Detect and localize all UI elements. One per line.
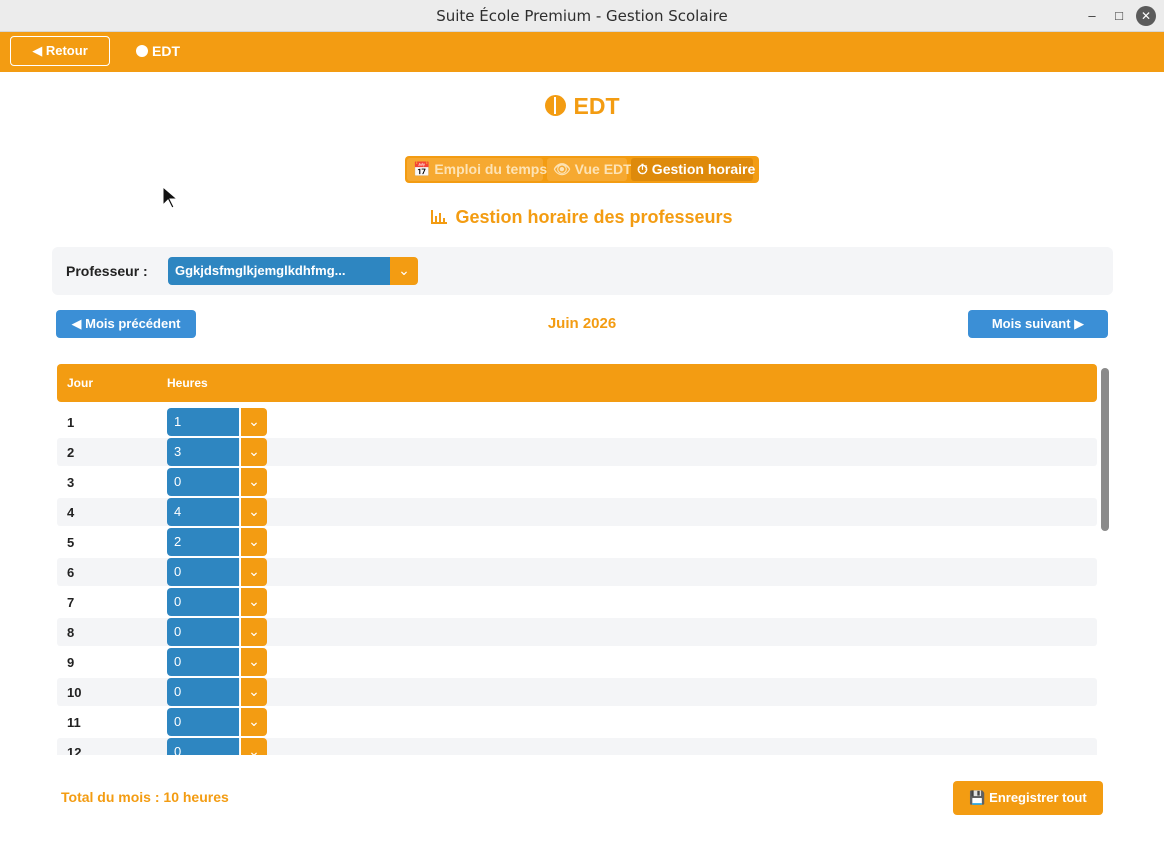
- top-bar: ◀ Retour EDT: [0, 32, 1164, 72]
- day-cell: 6: [67, 565, 75, 580]
- professor-select-value: Ggkjdsfmglkjemglkdhfmg...: [168, 257, 390, 285]
- hours-select[interactable]: 4 ⌄: [167, 498, 267, 526]
- page-title-label: EDT: [573, 93, 620, 119]
- tab-gestion-horaire[interactable]: ⏱ Gestion horaire: [631, 158, 755, 181]
- close-icon[interactable]: ✕: [1136, 6, 1156, 26]
- window-title: Suite École Premium - Gestion Scolaire: [436, 7, 728, 25]
- window-titlebar: Suite École Premium - Gestion Scolaire –…: [0, 0, 1164, 32]
- chevron-down-icon[interactable]: ⌄: [240, 528, 267, 556]
- hours-select-value: 0: [167, 678, 239, 706]
- hours-select-value: 0: [167, 618, 239, 646]
- section-title: Gestion horaire des professeurs: [0, 207, 1164, 228]
- day-cell: 7: [67, 595, 75, 610]
- hours-select-value: 0: [167, 588, 239, 616]
- section-title-label: Gestion horaire des professeurs: [455, 207, 733, 227]
- chevron-down-icon[interactable]: ⌄: [240, 468, 267, 496]
- table-row: 5 2 ⌄: [57, 528, 1097, 556]
- chevron-down-icon[interactable]: ⌄: [240, 558, 267, 586]
- day-cell: 2: [67, 445, 75, 460]
- hours-select-value: 4: [167, 498, 239, 526]
- table-row: 12 0 ⌄: [57, 738, 1097, 755]
- hours-select-value: 0: [167, 648, 239, 676]
- table-row: 11 0 ⌄: [57, 708, 1097, 736]
- back-button[interactable]: ◀ Retour: [10, 36, 110, 66]
- maximize-icon[interactable]: □: [1109, 6, 1129, 26]
- column-header-hours: Heures: [167, 376, 208, 390]
- professor-panel: Professeur : Ggkjdsfmglkjemglkdhfmg... ⌄: [52, 247, 1113, 295]
- hours-table: Jour Heures 1 1 ⌄ 2 3 ⌄ 3 0 ⌄ 4 4 ⌄ 5 2 ⌄ 6 0 ⌄ 7 0 ⌄ 8 0 ⌄ 9 0 ⌄ 1…: [57, 364, 1097, 755]
- hours-select[interactable]: 3 ⌄: [167, 438, 267, 466]
- mouse-cursor-icon: [162, 186, 179, 209]
- hours-select-value: 0: [167, 738, 239, 755]
- chevron-down-icon[interactable]: ⌄: [240, 588, 267, 616]
- table-row: 3 0 ⌄: [57, 468, 1097, 496]
- minimize-icon[interactable]: –: [1082, 6, 1102, 26]
- hours-select-value: 3: [167, 438, 239, 466]
- chevron-down-icon[interactable]: ⌄: [240, 498, 267, 526]
- page-title: EDT: [0, 93, 1164, 120]
- breadcrumb: EDT: [136, 43, 180, 59]
- chevron-down-icon[interactable]: ⌄: [240, 618, 267, 646]
- table-row: 4 4 ⌄: [57, 498, 1097, 526]
- chevron-down-icon[interactable]: ⌄: [240, 708, 267, 736]
- tab-emploi-du-temps[interactable]: 📅 Emploi du temps: [407, 158, 547, 181]
- column-header-day: Jour: [67, 376, 94, 390]
- hours-select-value: 2: [167, 528, 239, 556]
- next-month-button[interactable]: Mois suivant ▶: [968, 310, 1108, 338]
- hours-select[interactable]: 0 ⌄: [167, 558, 267, 586]
- day-cell: 10: [67, 685, 82, 700]
- day-cell: 1: [67, 415, 75, 430]
- circle-icon: [544, 95, 566, 116]
- tab-bar: 📅 Emploi du temps 👁 Vue EDT ⏱ Gestion ho…: [405, 156, 759, 183]
- hours-select-value: 1: [167, 408, 239, 436]
- hours-select[interactable]: 2 ⌄: [167, 528, 267, 556]
- professor-select[interactable]: Ggkjdsfmglkjemglkdhfmg... ⌄: [168, 257, 418, 285]
- day-cell: 3: [67, 475, 75, 490]
- table-scrollbar[interactable]: [1101, 368, 1109, 531]
- table-header: Jour Heures: [57, 364, 1097, 402]
- hours-select[interactable]: 0 ⌄: [167, 708, 267, 736]
- chevron-down-icon[interactable]: ⌄: [240, 678, 267, 706]
- chevron-down-icon[interactable]: ⌄: [240, 648, 267, 676]
- professor-label: Professeur :: [66, 263, 148, 279]
- hours-select[interactable]: 0 ⌄: [167, 678, 267, 706]
- day-cell: 4: [67, 505, 75, 520]
- month-total: Total du mois : 10 heures: [61, 789, 229, 805]
- table-row: 7 0 ⌄: [57, 588, 1097, 616]
- hours-select[interactable]: 0 ⌄: [167, 618, 267, 646]
- hours-select-value: 0: [167, 468, 239, 496]
- save-all-button[interactable]: 💾 Enregistrer tout: [953, 781, 1103, 815]
- hours-select[interactable]: 0 ⌄: [167, 468, 267, 496]
- table-row: 9 0 ⌄: [57, 648, 1097, 676]
- tab-vue-edt[interactable]: 👁 Vue EDT: [547, 158, 632, 181]
- circle-icon: [136, 45, 148, 57]
- day-cell: 12: [67, 745, 82, 755]
- table-row: 1 1 ⌄: [57, 408, 1097, 436]
- table-row: 10 0 ⌄: [57, 678, 1097, 706]
- hours-select-value: 0: [167, 708, 239, 736]
- chevron-down-icon[interactable]: ⌄: [240, 738, 267, 755]
- breadcrumb-label: EDT: [152, 43, 180, 59]
- hours-select[interactable]: 1 ⌄: [167, 408, 267, 436]
- hours-select[interactable]: 0 ⌄: [167, 738, 267, 755]
- chevron-down-icon[interactable]: ⌄: [240, 438, 267, 466]
- chevron-down-icon[interactable]: ⌄: [240, 408, 267, 436]
- day-cell: 11: [67, 715, 81, 730]
- hours-select-value: 0: [167, 558, 239, 586]
- bar-chart-icon: [431, 210, 448, 224]
- chevron-down-icon[interactable]: ⌄: [390, 257, 418, 285]
- table-row: 6 0 ⌄: [57, 558, 1097, 586]
- table-row: 2 3 ⌄: [57, 438, 1097, 466]
- hours-select[interactable]: 0 ⌄: [167, 648, 267, 676]
- day-cell: 8: [67, 625, 75, 640]
- day-cell: 5: [67, 535, 75, 550]
- hours-select[interactable]: 0 ⌄: [167, 588, 267, 616]
- day-cell: 9: [67, 655, 75, 670]
- table-row: 8 0 ⌄: [57, 618, 1097, 646]
